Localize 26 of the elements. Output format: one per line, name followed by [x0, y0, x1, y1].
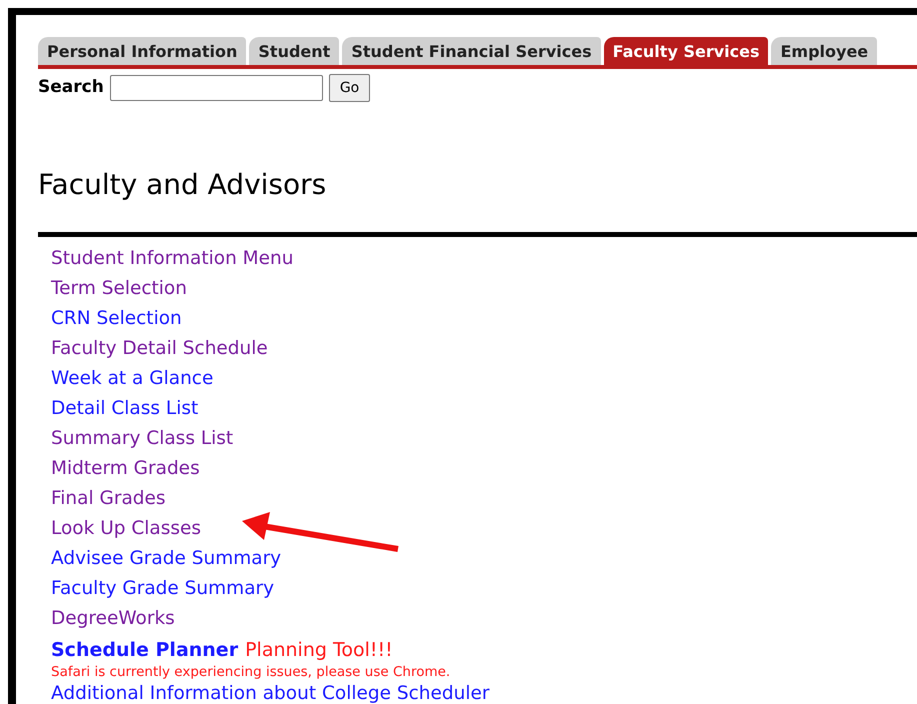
menu-link[interactable]: Term Selection — [51, 274, 187, 304]
menu-link[interactable]: Detail Class List — [51, 394, 198, 424]
menu-link[interactable]: CRN Selection — [51, 304, 182, 334]
menu-link[interactable]: Midterm Grades — [51, 454, 200, 484]
menu-link[interactable]: Look Up Classes — [51, 514, 202, 544]
planner-tagline: Planning Tool!!! — [245, 638, 393, 663]
schedule-planner-link[interactable]: Schedule Planner — [51, 635, 238, 665]
tab[interactable]: Faculty Services — [604, 37, 768, 65]
search-field[interactable] — [110, 75, 323, 101]
menu-link[interactable]: Additional Information about College Scheduler — [51, 679, 490, 704]
menu-link[interactable]: Final Grades — [51, 484, 166, 514]
menu-link[interactable]: Faculty Detail Schedule — [51, 334, 268, 364]
go-button[interactable]: Go — [328, 74, 370, 102]
menu-link[interactable]: Week at a Glance — [51, 364, 214, 394]
tab[interactable]: Employee — [771, 37, 878, 65]
menu-link[interactable]: Advisee Grade Summary — [51, 544, 282, 574]
menu-link[interactable]: Faculty Grade Summary — [51, 574, 274, 604]
page-heading: Faculty and Advisors — [38, 168, 328, 202]
menu-link[interactable]: Student Information Menu — [51, 244, 294, 274]
tab[interactable]: Personal Information — [38, 37, 246, 65]
menu-link[interactable]: DegreeWorks — [51, 604, 175, 634]
tab[interactable]: Student Financial Services — [342, 37, 601, 65]
menu-link[interactable]: Summary Class List — [51, 424, 234, 454]
tab[interactable]: Student — [249, 37, 340, 65]
search-label: Search — [38, 76, 104, 100]
browser-notice: Safari is currently experiencing issues, please use Chrome. — [51, 665, 450, 679]
